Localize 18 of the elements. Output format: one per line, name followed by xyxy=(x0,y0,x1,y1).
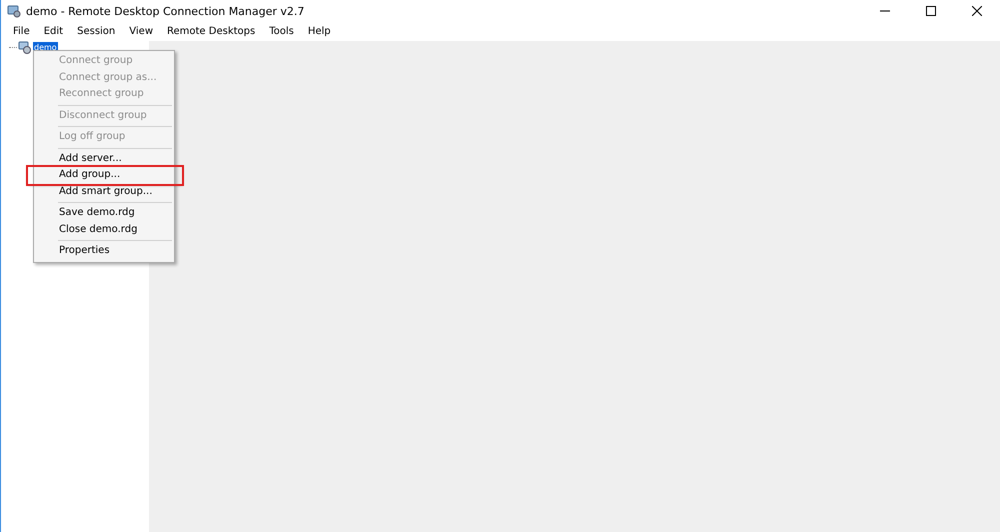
menu-item[interactable]: File xyxy=(13,26,30,37)
menu-item[interactable]: Add server... xyxy=(34,150,174,167)
server-group-icon xyxy=(18,40,32,54)
maximize-icon[interactable] xyxy=(926,6,936,16)
menu-item[interactable]: Tools xyxy=(269,26,294,37)
menu-item[interactable]: Session xyxy=(77,26,116,37)
menu-item[interactable]: Close demo.rdg xyxy=(34,222,174,238)
close-icon[interactable] xyxy=(972,6,982,16)
menu-item[interactable]: Properties xyxy=(34,243,174,260)
app-icon xyxy=(7,4,21,18)
menu-item[interactable]: Save demo.rdg xyxy=(34,205,174,222)
window-title: demo - Remote Desktop Connection Manager v2.7 xyxy=(26,4,304,18)
menu-item[interactable]: Add group... xyxy=(28,167,182,184)
menu-item[interactable]: Edit xyxy=(44,26,64,37)
menu-item[interactable]: Add smart group... xyxy=(34,184,174,200)
menu-item[interactable]: View xyxy=(129,26,153,37)
menu-item[interactable]: Remote Desktops xyxy=(167,26,256,37)
menu-item[interactable]: Help xyxy=(308,26,331,37)
